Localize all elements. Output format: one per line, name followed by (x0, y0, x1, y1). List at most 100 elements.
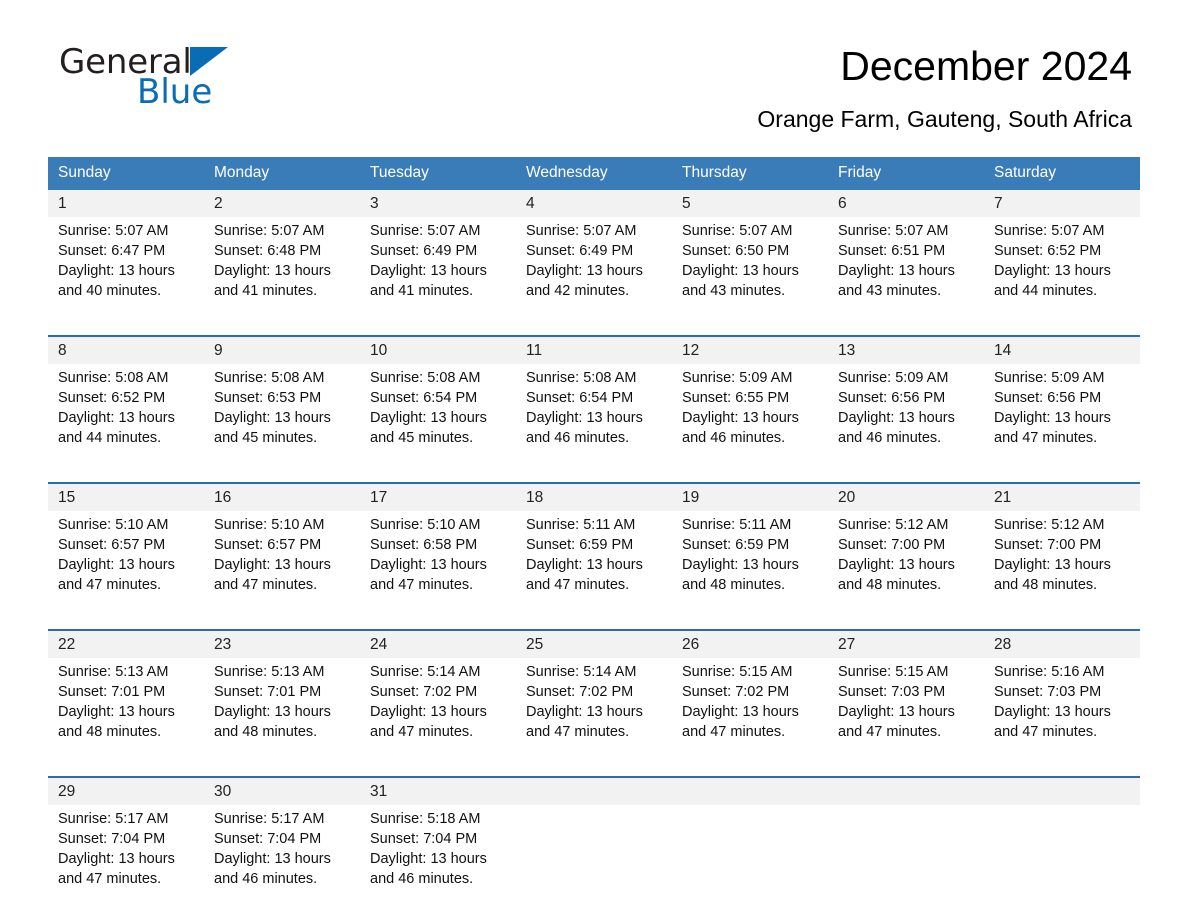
day-detail-cell: Sunrise: 5:08 AM Sunset: 6:53 PM Daylight:… (204, 364, 360, 474)
day-detail-cell: Sunrise: 5:10 AM Sunset: 6:58 PM Daylight:… (360, 511, 516, 621)
sunset-text: Sunset: 7:03 PM (994, 684, 1102, 700)
day-detail-cell: Sunrise: 5:08 AM Sunset: 6:54 PM Daylight:… (516, 364, 672, 474)
sunrise-text: Sunrise: 5:08 AM (58, 370, 169, 386)
sunset-text: Sunset: 6:56 PM (994, 390, 1102, 406)
daylight-text-line2: and 44 minutes. (58, 430, 162, 446)
day-number-cell[interactable]: 3 (360, 190, 516, 217)
day-detail-cell: Sunrise: 5:09 AM Sunset: 6:55 PM Daylight:… (672, 364, 828, 474)
sunrise-text: Sunrise: 5:15 AM (682, 664, 793, 680)
calendar-header-row: Sunday Monday Tuesday Wednesday Thursday… (48, 157, 1140, 190)
daylight-text-line1: Daylight: 13 hours (58, 263, 175, 279)
sunrise-text: Sunrise: 5:07 AM (214, 223, 325, 239)
day-number-cell[interactable]: 15 (48, 482, 204, 511)
daylight-text-line1: Daylight: 13 hours (994, 704, 1111, 720)
day-detail-cell: Sunrise: 5:09 AM Sunset: 6:56 PM Daylight:… (828, 364, 984, 474)
daylight-text-line1: Daylight: 13 hours (58, 704, 175, 720)
weekday-header-tuesday: Tuesday (360, 157, 516, 190)
sunrise-text: Sunrise: 5:18 AM (370, 811, 481, 827)
day-detail-cell: Sunrise: 5:13 AM Sunset: 7:01 PM Daylight:… (204, 658, 360, 768)
day-number-cell[interactable]: 25 (516, 629, 672, 658)
daylight-text-line2: and 47 minutes. (526, 724, 630, 740)
day-number-cell[interactable]: 14 (984, 335, 1140, 364)
day-number-cell[interactable]: 1 (48, 190, 204, 217)
day-number-cell[interactable]: 26 (672, 629, 828, 658)
day-number-cell[interactable]: 23 (204, 629, 360, 658)
sunset-text: Sunset: 7:02 PM (526, 684, 634, 700)
daylight-text-line2: and 47 minutes. (214, 577, 318, 593)
sunset-text: Sunset: 7:02 PM (370, 684, 478, 700)
day-number-cell[interactable]: 6 (828, 190, 984, 217)
sunset-text: Sunset: 6:47 PM (58, 243, 166, 259)
logo-text-blue: Blue (137, 72, 213, 112)
day-number-cell[interactable]: 12 (672, 335, 828, 364)
sunrise-text: Sunrise: 5:14 AM (370, 664, 481, 680)
daylight-text-line1: Daylight: 13 hours (994, 263, 1111, 279)
day-detail-cell: Sunrise: 5:08 AM Sunset: 6:52 PM Daylight:… (48, 364, 204, 474)
day-number-cell[interactable]: 31 (360, 776, 516, 805)
day-number-cell[interactable]: 7 (984, 190, 1140, 217)
sunrise-text: Sunrise: 5:11 AM (682, 517, 792, 533)
day-number-cell[interactable]: 29 (48, 776, 204, 805)
day-number-cell[interactable]: 11 (516, 335, 672, 364)
day-number-cell[interactable]: 21 (984, 482, 1140, 511)
sunset-text: Sunset: 6:57 PM (214, 537, 322, 553)
daylight-text-line1: Daylight: 13 hours (370, 263, 487, 279)
week-detail-row: Sunrise: 5:08 AM Sunset: 6:52 PM Daylight:… (48, 364, 1140, 474)
day-detail-cell: Sunrise: 5:08 AM Sunset: 6:54 PM Daylight:… (360, 364, 516, 474)
daylight-text-line2: and 46 minutes. (682, 430, 786, 446)
day-number-cell[interactable]: 10 (360, 335, 516, 364)
sunrise-text: Sunrise: 5:07 AM (682, 223, 793, 239)
daylight-text-line1: Daylight: 13 hours (58, 557, 175, 573)
daylight-text-line2: and 47 minutes. (838, 724, 942, 740)
weekday-header-thursday: Thursday (672, 157, 828, 190)
daylight-text-line1: Daylight: 13 hours (370, 557, 487, 573)
day-number-cell[interactable]: 9 (204, 335, 360, 364)
day-detail-cell-empty (828, 805, 984, 915)
day-detail-cell: Sunrise: 5:14 AM Sunset: 7:02 PM Daylight:… (516, 658, 672, 768)
calendar-body: 1 2 3 4 5 6 7 Sunrise: 5:07 AM Sunset: 6:47 PM Da… (48, 190, 1140, 915)
sunset-text: Sunset: 6:53 PM (214, 390, 322, 406)
day-number-cell[interactable]: 18 (516, 482, 672, 511)
sunset-text: Sunset: 6:57 PM (58, 537, 166, 553)
day-number-cell[interactable]: 30 (204, 776, 360, 805)
sunset-text: Sunset: 7:04 PM (370, 831, 478, 847)
day-number-cell[interactable]: 13 (828, 335, 984, 364)
day-number-cell[interactable]: 20 (828, 482, 984, 511)
sunrise-text: Sunrise: 5:07 AM (370, 223, 481, 239)
daylight-text-line2: and 46 minutes. (370, 871, 474, 887)
day-number-cell[interactable]: 17 (360, 482, 516, 511)
week-spacer (48, 768, 1140, 777)
sunrise-text: Sunrise: 5:15 AM (838, 664, 949, 680)
weekday-header-friday: Friday (828, 157, 984, 190)
sunrise-text: Sunrise: 5:10 AM (58, 517, 169, 533)
sunset-text: Sunset: 7:04 PM (214, 831, 322, 847)
page-header: General Blue December 2024 Orange Farm, … (48, 0, 1140, 132)
day-detail-cell: Sunrise: 5:14 AM Sunset: 7:02 PM Daylight:… (360, 658, 516, 768)
day-number-cell[interactable]: 4 (516, 190, 672, 217)
page-subtitle-location: Orange Farm, Gauteng, South Africa (757, 106, 1132, 132)
day-detail-cell: Sunrise: 5:07 AM Sunset: 6:51 PM Daylight:… (828, 217, 984, 327)
sunset-text: Sunset: 6:54 PM (526, 390, 634, 406)
day-number-cell[interactable]: 28 (984, 629, 1140, 658)
generalblue-logo[interactable]: General Blue (59, 45, 289, 117)
calendar-page: General Blue December 2024 Orange Farm, … (0, 0, 1188, 918)
daylight-text-line1: Daylight: 13 hours (526, 557, 643, 573)
day-number-cell[interactable]: 8 (48, 335, 204, 364)
sunset-text: Sunset: 6:52 PM (994, 243, 1102, 259)
day-number-cell[interactable]: 22 (48, 629, 204, 658)
daylight-text-line1: Daylight: 13 hours (838, 704, 955, 720)
day-number-cell[interactable]: 2 (204, 190, 360, 217)
day-number-cell[interactable]: 16 (204, 482, 360, 511)
day-number-cell[interactable]: 19 (672, 482, 828, 511)
day-number-cell[interactable]: 27 (828, 629, 984, 658)
day-number-cell[interactable]: 24 (360, 629, 516, 658)
daylight-text-line2: and 47 minutes. (58, 577, 162, 593)
daylight-text-line1: Daylight: 13 hours (838, 557, 955, 573)
page-title: December 2024 (840, 43, 1132, 89)
day-detail-cell: Sunrise: 5:13 AM Sunset: 7:01 PM Daylight:… (48, 658, 204, 768)
day-number-cell[interactable]: 5 (672, 190, 828, 217)
daylight-text-line1: Daylight: 13 hours (994, 410, 1111, 426)
daylight-text-line2: and 48 minutes. (58, 724, 162, 740)
daylight-text-line2: and 41 minutes. (370, 283, 474, 299)
day-detail-cell: Sunrise: 5:10 AM Sunset: 6:57 PM Daylight:… (204, 511, 360, 621)
